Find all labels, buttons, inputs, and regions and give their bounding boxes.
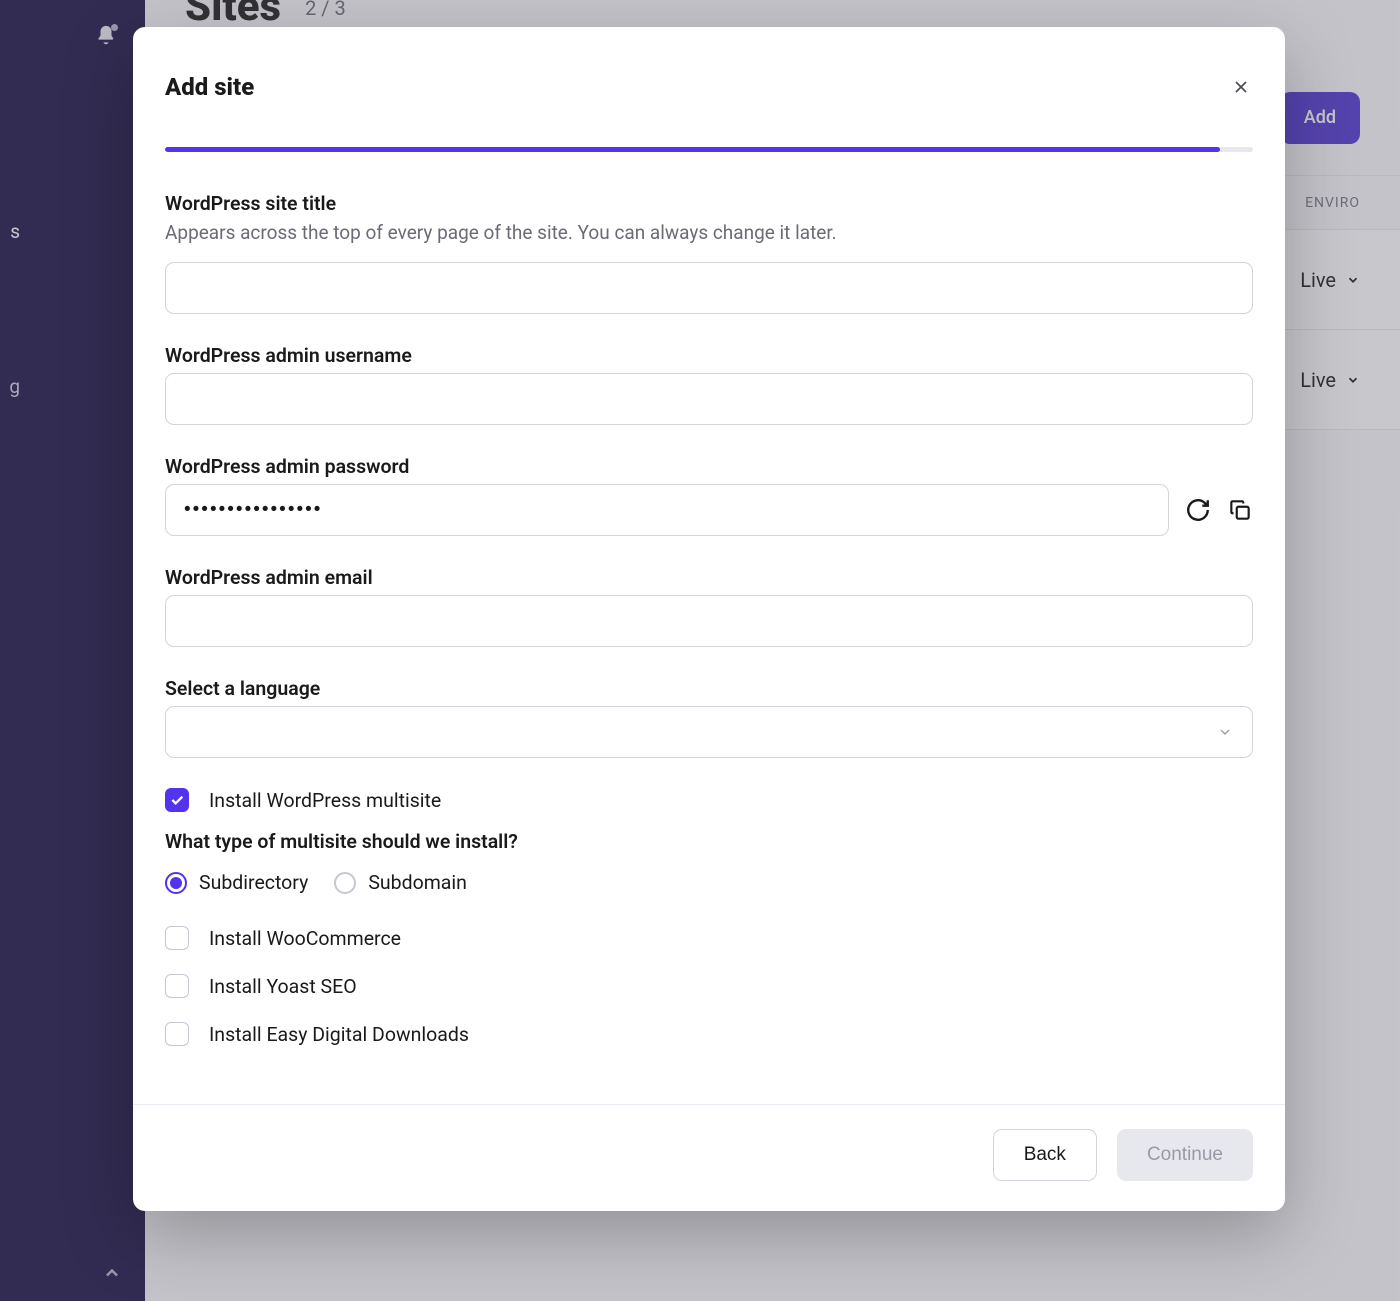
woocommerce-label: Install WooCommerce	[209, 927, 401, 950]
edd-checkbox[interactable]	[165, 1022, 189, 1046]
yoast-checkbox[interactable]	[165, 974, 189, 998]
multisite-radio-subdirectory[interactable]: Subdirectory	[165, 871, 308, 894]
language-label: Select a language	[165, 677, 1253, 700]
multisite-checkbox[interactable]	[165, 788, 189, 812]
woocommerce-checkbox[interactable]	[165, 926, 189, 950]
yoast-label: Install Yoast SEO	[209, 975, 357, 998]
edd-label: Install Easy Digital Downloads	[209, 1023, 469, 1046]
progress-bar	[165, 147, 1253, 152]
modal-title: Add site	[165, 73, 254, 101]
multisite-radio-subdomain[interactable]: Subdomain	[334, 871, 467, 894]
progress-bar-fill	[165, 147, 1220, 152]
site-title-label: WordPress site title	[165, 192, 1253, 215]
radio-icon	[165, 872, 187, 894]
regenerate-password-icon[interactable]	[1185, 497, 1211, 523]
multisite-type-question: What type of multisite should we install…	[165, 830, 1253, 853]
admin-password-input[interactable]	[165, 484, 1169, 536]
site-title-help: Appears across the top of every page of …	[165, 221, 1253, 244]
copy-password-icon[interactable]	[1227, 497, 1253, 523]
close-icon[interactable]	[1229, 75, 1253, 99]
admin-username-input[interactable]	[165, 373, 1253, 425]
admin-email-input[interactable]	[165, 595, 1253, 647]
add-site-modal: Add site WordPress site title Appears ac…	[133, 27, 1285, 1211]
continue-button[interactable]: Continue	[1117, 1129, 1253, 1181]
site-title-input[interactable]	[165, 262, 1253, 314]
admin-username-label: WordPress admin username	[165, 344, 1253, 367]
multisite-label: Install WordPress multisite	[209, 789, 441, 812]
admin-email-label: WordPress admin email	[165, 566, 1253, 589]
radio-icon	[334, 872, 356, 894]
radio-label: Subdomain	[368, 871, 467, 894]
language-select[interactable]	[165, 706, 1253, 758]
back-button[interactable]: Back	[993, 1129, 1097, 1181]
admin-password-label: WordPress admin password	[165, 455, 1253, 478]
radio-label: Subdirectory	[199, 871, 308, 894]
